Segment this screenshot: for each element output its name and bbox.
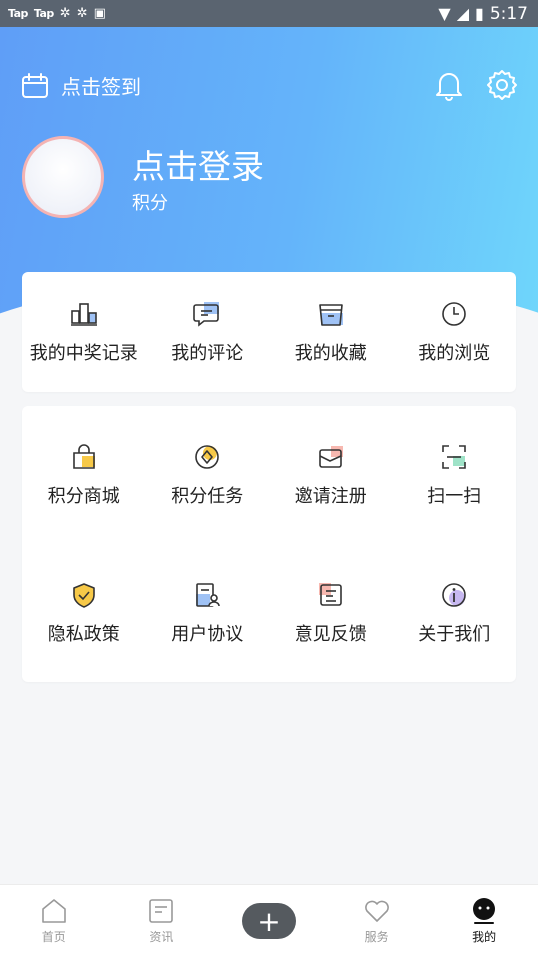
nav-news[interactable]: 资讯 [108, 885, 216, 957]
menu-label: 邀请注册 [294, 486, 367, 507]
plus-icon[interactable]: + [241, 903, 296, 939]
menu-points-tasks[interactable]: 积分任务 [146, 406, 270, 544]
signal-icon: ◢ [456, 4, 469, 23]
signin-label: 点击签到 [61, 75, 141, 99]
menu-label: 意见反馈 [294, 624, 367, 645]
clock-time: 5:17 [489, 3, 528, 24]
menu-scan[interactable]: 扫一扫 [393, 406, 517, 544]
favorites-icon [318, 304, 343, 326]
nav-home[interactable]: 首页 [0, 885, 108, 957]
menu-label: 积分商城 [47, 486, 120, 507]
points-label: 积分 [132, 193, 168, 214]
menu-label: 积分任务 [171, 486, 244, 507]
shopping-bag-icon [72, 444, 95, 469]
menu-label: 我的浏览 [418, 343, 491, 364]
battery-icon: ▮ [475, 4, 484, 23]
app-a-icon: ▣ [93, 6, 106, 21]
taptap-app-label: Tap [8, 7, 28, 20]
menu-points-mall[interactable]: 积分商城 [22, 406, 146, 544]
nav-news-label: 资讯 [149, 930, 174, 944]
info-icon [442, 583, 467, 607]
bottom-nav: 首页 资讯 + 服务 我的 [0, 884, 538, 957]
heart-icon [364, 900, 389, 922]
task-icon [195, 445, 220, 469]
nav-mine[interactable]: 我的 [430, 885, 538, 957]
menu-label: 用户协议 [171, 624, 244, 645]
comment-icon [193, 302, 220, 327]
menu-feedback[interactable]: 意见反馈 [269, 544, 393, 682]
nav-mine-label: 我的 [472, 930, 497, 944]
wifi-icon: ▼ [438, 4, 451, 23]
menu-browse-history[interactable]: 我的浏览 [393, 272, 517, 392]
menu-label: 隐私政策 [47, 624, 120, 645]
menu-label: 我的收藏 [294, 343, 367, 364]
menu-label: 我的中奖记录 [29, 343, 138, 364]
signin-button[interactable]: 点击签到 [21, 71, 141, 100]
shield-check-icon [72, 583, 95, 608]
nav-home-label: 首页 [41, 930, 66, 944]
scan-icon [442, 445, 467, 469]
invite-mail-icon [318, 446, 343, 468]
trophy-icon [70, 303, 97, 326]
history-clock-icon [442, 302, 467, 326]
gear-icon[interactable] [486, 69, 518, 101]
menu-privacy-policy[interactable]: 隐私政策 [22, 544, 146, 682]
avatar[interactable] [22, 136, 104, 218]
sync-icon: ✲ [59, 6, 71, 21]
service-menu-card: 积分商城 积分任务 邀请注册 扫一扫 隐私政策 用户协议 意见反馈 关于我们 [22, 406, 516, 682]
menu-my-favorites[interactable]: 我的收藏 [269, 272, 393, 392]
menu-about-us[interactable]: 关于我们 [393, 544, 517, 682]
menu-user-agreement[interactable]: 用户协议 [146, 544, 270, 682]
agreement-icon [196, 583, 221, 607]
nav-publish[interactable]: + [215, 885, 323, 957]
taptap-app-label-2: Tap [33, 7, 54, 20]
profile-face-icon [473, 898, 496, 924]
menu-invite-register[interactable]: 邀请注册 [269, 406, 393, 544]
home-icon [41, 899, 66, 923]
quick-menu-card: 我的中奖记录 我的评论 我的收藏 我的浏览 [22, 272, 516, 392]
nav-service[interactable]: 服务 [323, 885, 431, 957]
login-title[interactable]: 点击登录 [132, 140, 264, 188]
menu-label: 关于我们 [418, 624, 491, 645]
feedback-icon [318, 583, 342, 606]
menu-label: 扫一扫 [427, 486, 482, 507]
calendar-icon [22, 72, 48, 98]
sync-icon-2: ✲ [76, 6, 88, 21]
menu-label: 我的评论 [171, 343, 244, 364]
status-bar: Tap Tap ✲ ✲ ▣ ▼ ◢ ▮ 5:17 [0, 0, 538, 27]
bell-icon[interactable] [434, 69, 464, 101]
menu-lottery-records[interactable]: 我的中奖记录 [22, 272, 146, 392]
news-icon [149, 899, 174, 923]
menu-my-comments[interactable]: 我的评论 [146, 272, 270, 392]
nav-service-label: 服务 [364, 930, 389, 944]
